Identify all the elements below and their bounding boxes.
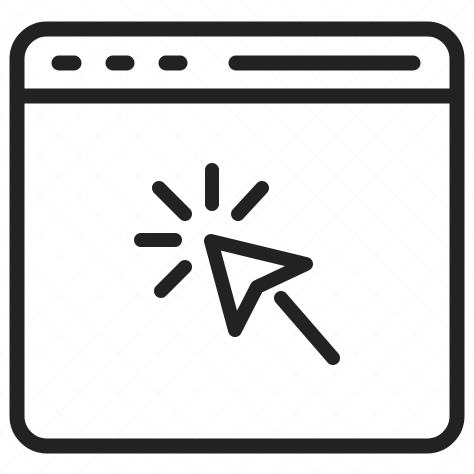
browser-window-click-icon (9, 21, 465, 454)
click-ray-top-left (152, 181, 192, 221)
click-ray-bottom-left (154, 260, 192, 298)
icon-canvas (0, 0, 474, 474)
cursor-tail (274, 291, 340, 365)
click-ray-top-right (231, 181, 269, 221)
